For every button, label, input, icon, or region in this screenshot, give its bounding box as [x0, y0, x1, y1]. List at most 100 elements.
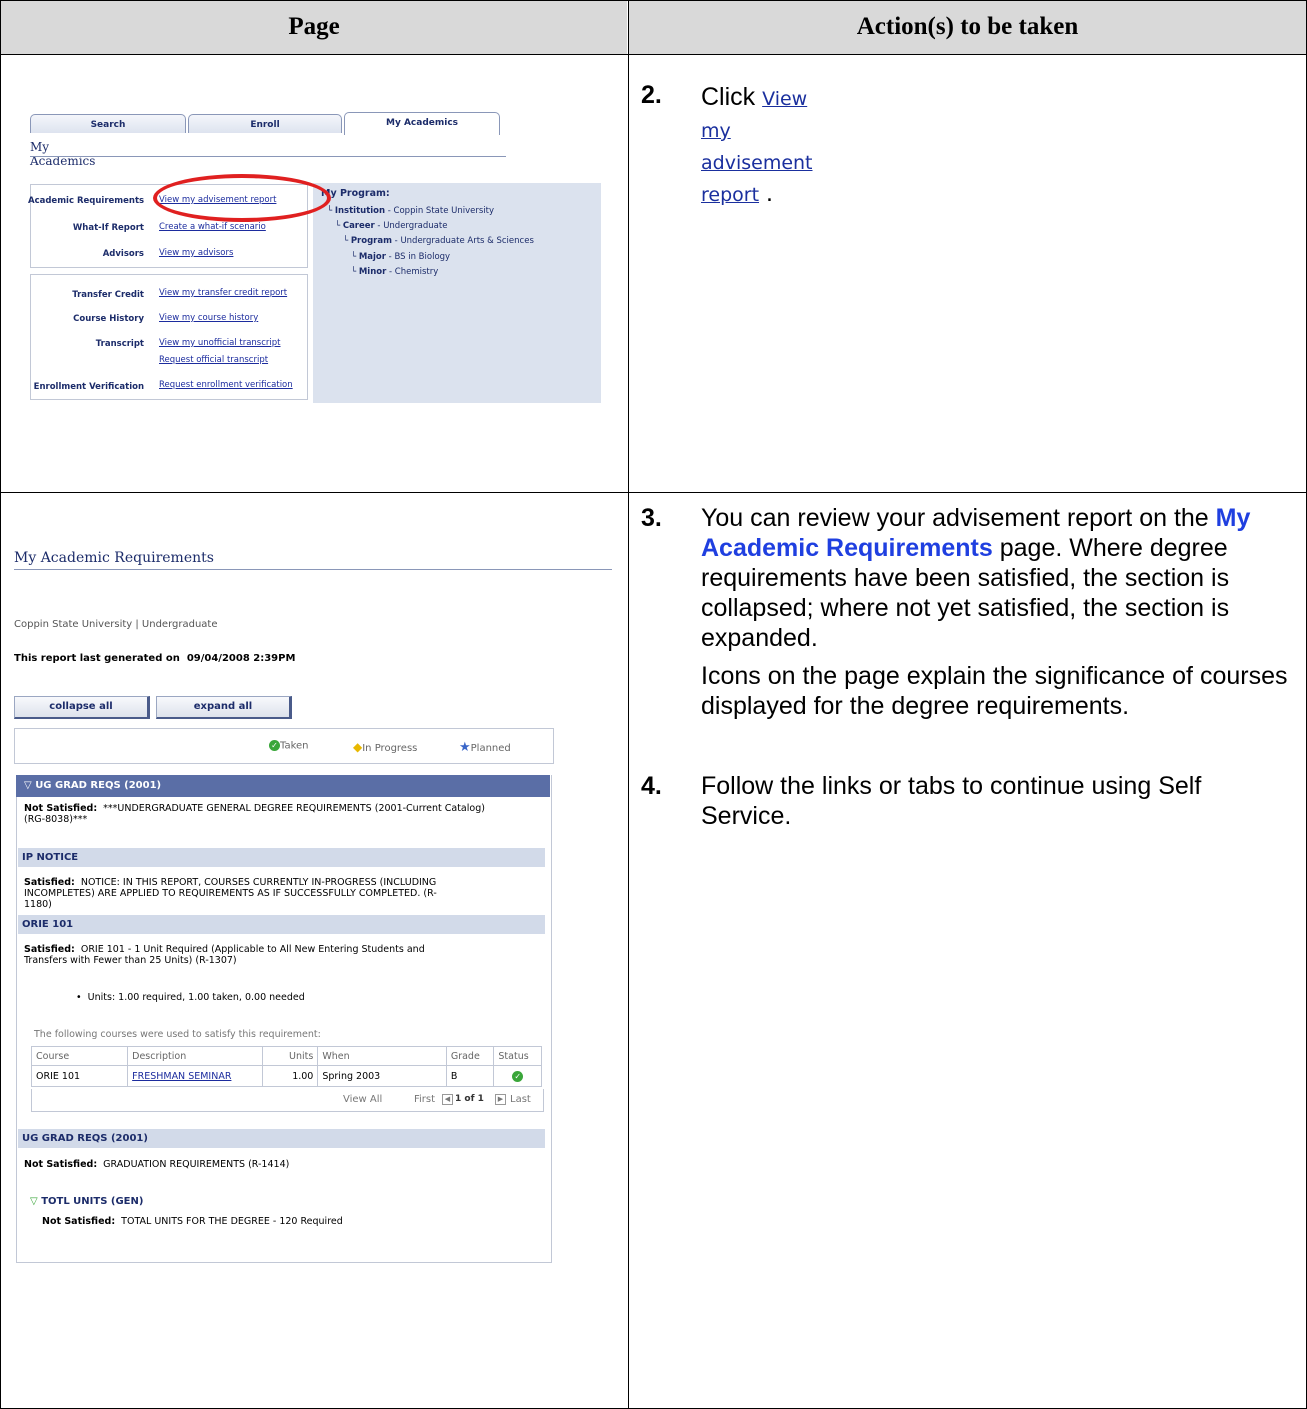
step-paragraph: Icons on the page explain the significan… — [701, 662, 1288, 720]
step-text: Follow the links or tabs to continue usi… — [701, 772, 1202, 830]
official-transcript-link[interactable]: Request official transcript — [159, 355, 268, 365]
col-units: Units — [261, 1046, 319, 1066]
status-text: (RG-8038)*** — [24, 814, 88, 825]
taken-icon: ✓ — [269, 740, 280, 751]
next-arrow-icon[interactable]: ▶ — [495, 1094, 506, 1105]
tab-search[interactable]: Search — [30, 114, 186, 133]
expand-all-button[interactable]: expand all — [156, 696, 292, 719]
institution-value: Coppin State University — [393, 206, 495, 216]
column-divider — [628, 0, 629, 1409]
career-value: Undergraduate — [383, 221, 448, 231]
course-cell: ORIE 101 — [30, 1065, 129, 1087]
expanded-triangle-icon: ▽ — [30, 1196, 38, 1207]
minor-label: Minor — [358, 267, 387, 277]
title-rule — [30, 156, 506, 157]
requirement-status: Not Satisfied: TOTAL UNITS FOR THE DEGRE… — [42, 1216, 343, 1227]
status-text: TOTAL UNITS FOR THE DEGREE - 120 Require… — [121, 1216, 343, 1227]
subsection-totl-units[interactable]: ▽ TOTL UNITS (GEN) — [30, 1196, 143, 1207]
first-link[interactable]: First — [414, 1094, 435, 1105]
status-label: Not Satisfied: — [42, 1216, 116, 1227]
status-text: GRADUATION REQUIREMENTS (R-1414) — [103, 1159, 290, 1170]
table-navigation: View All First ◀ 1 of 1 ▶ Last — [31, 1089, 544, 1112]
border-left — [0, 0, 1, 1409]
legend-taken: ✓ Taken — [269, 740, 309, 752]
program-label: Program — [350, 236, 392, 246]
row-label: Course History — [73, 314, 144, 324]
generated-value: 09/04/2008 2:39PM — [186, 653, 296, 664]
status-label: Not Satisfied: — [24, 1159, 98, 1170]
row-label: What-If Report — [72, 223, 144, 233]
program-heading: My Program: — [321, 188, 390, 199]
red-highlight-circle — [153, 174, 331, 222]
row-label: Academic Requirements — [28, 196, 145, 206]
program-value: Undergraduate Arts & Sciences — [400, 236, 534, 246]
last-link[interactable]: Last — [510, 1094, 531, 1105]
report-header-label: UG GRAD REQS (2001) — [35, 780, 162, 791]
requirement-status: Satisfied: ORIE 101 - 1 Unit Required (A… — [24, 944, 425, 955]
major-value: BS in Biology — [394, 252, 451, 262]
course-history-link[interactable]: View my course history — [159, 313, 258, 323]
transfer-credit-link[interactable]: View my transfer credit report — [159, 288, 287, 298]
program-line: └ Program - Undergraduate Arts & Science… — [343, 236, 534, 246]
prev-arrow-icon[interactable]: ◀ — [442, 1094, 453, 1105]
grade-cell: B — [445, 1065, 495, 1087]
description-link[interactable]: FRESHMAN SEMINAR — [127, 1065, 263, 1087]
row-label: Transcript — [95, 339, 144, 349]
border-top — [0, 0, 1307, 1]
page-title: My Academics — [30, 140, 96, 168]
col-course: Course — [30, 1046, 129, 1066]
enrollment-verification-link[interactable]: Request enrollment verification — [159, 380, 293, 390]
generated-label: This report last generated on — [14, 653, 180, 664]
status-label: Satisfied: — [24, 944, 75, 955]
requirement-status: Satisfied: NOTICE: IN THIS REPORT, COURS… — [24, 877, 436, 888]
legend-label: In Progress — [362, 743, 418, 754]
status-text: ORIE 101 - 1 Unit Required (Applicable t… — [80, 944, 425, 955]
col-grade: Grade — [445, 1046, 495, 1066]
legend-label: Taken — [280, 740, 309, 752]
step-number: 2. — [641, 81, 662, 109]
units-summary: • Units: 1.00 required, 1.00 taken, 0.00… — [76, 992, 305, 1003]
page-title: My Academic Requirements — [14, 550, 214, 566]
career-line: └ Career - Undergraduate — [335, 221, 448, 231]
in-progress-icon: ◆ — [353, 740, 363, 754]
what-if-link[interactable]: Create a what-if scenario — [159, 222, 266, 232]
row-label: Advisors — [102, 249, 144, 259]
section-orie-101[interactable]: ORIE 101 — [18, 915, 545, 934]
legend-label: Planned — [470, 743, 511, 754]
my-program-panel: My Program: └ Institution - Coppin State… — [313, 183, 601, 403]
advisors-link[interactable]: View my advisors — [159, 248, 233, 258]
status-text: NOTICE: IN THIS REPORT, COURSES CURRENTL… — [80, 877, 437, 888]
institution-career: Coppin State University | Undergraduate — [14, 619, 218, 630]
report-header[interactable]: ▽ UG GRAD REQS (2001) — [16, 775, 550, 797]
step-text: You can review your advisement report on… — [701, 504, 1209, 532]
requirement-status: Not Satisfied: GRADUATION REQUIREMENTS (… — [24, 1159, 289, 1170]
col-status: Status — [493, 1046, 542, 1066]
unofficial-transcript-link[interactable]: View my unofficial transcript — [159, 338, 281, 348]
section-ip-notice[interactable]: IP NOTICE — [18, 848, 545, 867]
legend-planned: ★Planned — [459, 740, 511, 755]
step-number: 4. — [641, 772, 662, 800]
status-text: Transfers with Fewer than 25 Units) (R-1… — [24, 955, 237, 966]
row-label: Enrollment Verification — [33, 382, 144, 392]
tab-enroll[interactable]: Enroll — [188, 114, 342, 133]
status-text: 1180) — [24, 899, 52, 910]
course-table: Course Description Units When Grade Stat… — [30, 1046, 542, 1087]
section-ug-grad-reqs[interactable]: UG GRAD REQS (2001) — [18, 1129, 545, 1148]
view-all-link[interactable]: View All — [343, 1094, 382, 1105]
step-text: Click — [701, 83, 756, 111]
used-courses-caption: The following courses were used to satis… — [34, 1029, 321, 1040]
header-actions: Action(s) to be taken — [629, 0, 1306, 54]
tab-my-academics[interactable]: My Academics — [344, 112, 500, 135]
status-cell: ✓ — [493, 1065, 542, 1087]
when-cell: Spring 2003 — [317, 1065, 447, 1087]
major-line: └ Major - BS in Biology — [351, 252, 451, 262]
planned-icon: ★ — [459, 740, 471, 755]
report-generated: This report last generated on 09/04/2008… — [14, 653, 295, 664]
legend-in-progress: ◆In Progress — [353, 740, 417, 754]
col-when: When — [317, 1046, 447, 1066]
collapse-all-button[interactable]: collapse all — [14, 696, 150, 719]
institution-label: Institution — [334, 206, 386, 216]
row-divider — [0, 492, 1307, 493]
title-rule — [14, 569, 612, 570]
step-text: . — [765, 179, 773, 207]
